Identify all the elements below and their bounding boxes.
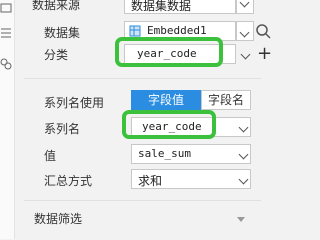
chevron-down-icon (239, 27, 250, 38)
series-name-dropdown[interactable] (233, 117, 251, 137)
chevron-down-icon (240, 49, 251, 60)
section-divider (24, 78, 261, 79)
chevron-down-icon (238, 122, 249, 133)
properties-icon[interactable] (0, 2, 12, 14)
category-dropdown[interactable] (236, 44, 254, 64)
data-source-label: 数据来源 (32, 0, 81, 12)
toggle-field-value[interactable]: 字段值 (131, 90, 201, 110)
plus-icon[interactable]: + (257, 45, 272, 63)
data-source-select[interactable]: 数据集数据 (124, 0, 236, 14)
series-name-use-label: 系列名使用 (44, 96, 105, 110)
database-icon (129, 25, 141, 37)
chevron-down-icon (239, 0, 250, 8)
highlight-category (115, 37, 223, 67)
highlight-series-name (122, 110, 216, 139)
value-dropdown[interactable] (233, 144, 251, 164)
toggle-field-name[interactable]: 字段名 (201, 90, 251, 110)
left-toolbar (0, 0, 15, 239)
list-icon[interactable] (0, 27, 12, 39)
summary-method-dropdown[interactable] (233, 169, 251, 189)
section-divider (24, 200, 261, 201)
collapse-triangle-icon[interactable] (236, 213, 246, 222)
value-label: 值 (44, 149, 57, 163)
chevron-down-icon (238, 149, 249, 160)
summary-method-label: 汇总方式 (44, 174, 93, 188)
link-icon[interactable] (0, 58, 12, 70)
series-name-label: 系列名 (44, 122, 81, 136)
dataset-label: 数据集 (44, 26, 81, 40)
data-filter-label: 数据筛选 (34, 212, 83, 226)
chevron-down-icon (238, 174, 249, 185)
category-label: 分类 (44, 48, 69, 62)
dataset-dropdown[interactable] (236, 21, 254, 41)
data-source-dropdown[interactable] (236, 0, 254, 14)
data-settings-panel: 数据来源 数据集数据 数据集 Embedded1 分类 year_code + … (14, 0, 272, 239)
search-icon[interactable] (254, 21, 272, 41)
